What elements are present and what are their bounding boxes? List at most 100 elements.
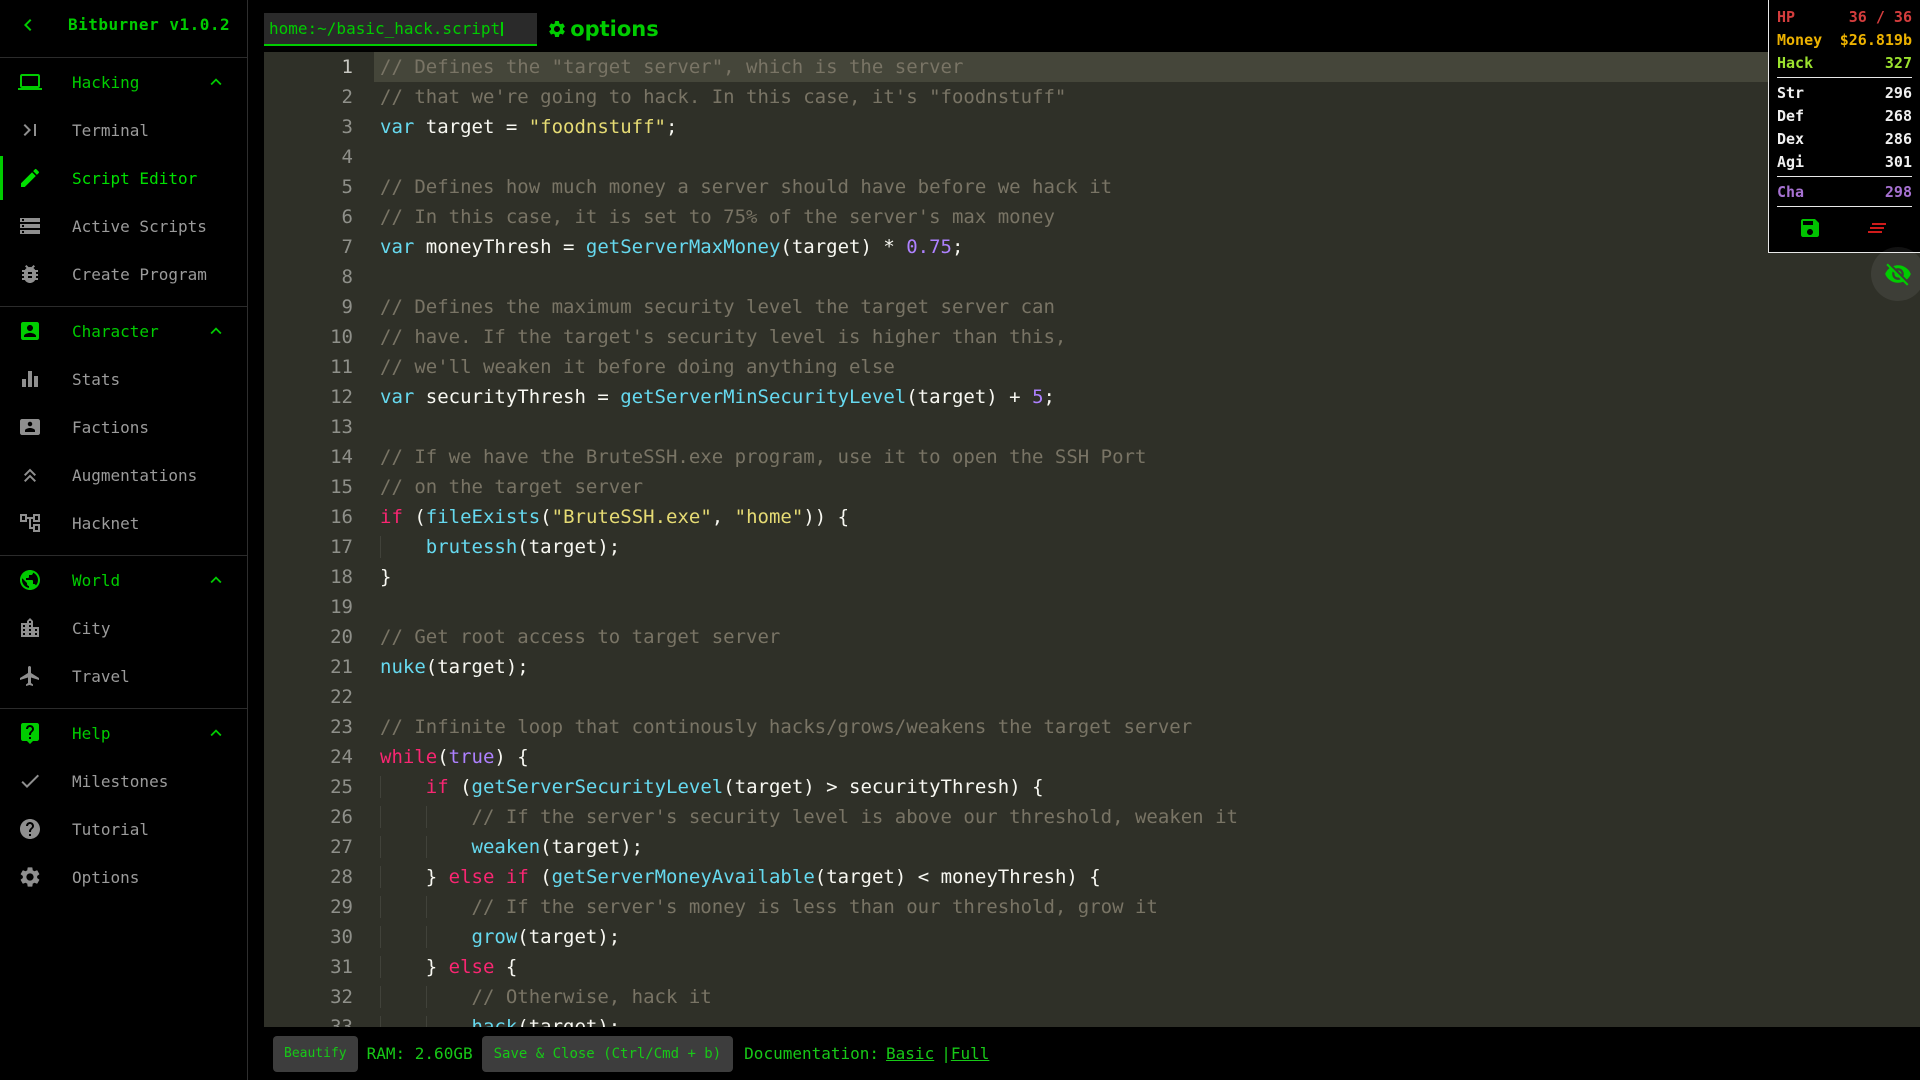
code-line-22[interactable]: 22 bbox=[264, 682, 1920, 712]
sidebar-item-options[interactable]: Options bbox=[0, 853, 247, 901]
line-number: 13 bbox=[330, 416, 353, 438]
code-text: // Get root access to target server bbox=[380, 626, 781, 648]
line-number: 6 bbox=[341, 206, 353, 228]
ram-usage-label: RAM: 2.60GB bbox=[366, 1044, 473, 1063]
code-line-9[interactable]: 9 // Defines the maximum security level t… bbox=[264, 292, 1920, 322]
sidebar-item-label: Factions bbox=[72, 417, 150, 437]
code-text: // If we have the BruteSSH.exe program, … bbox=[380, 446, 1147, 468]
code-line-32[interactable]: 32 // Otherwise, hack it bbox=[264, 982, 1920, 1012]
code-line-5[interactable]: 5 // Defines how much money a server shou… bbox=[264, 172, 1920, 202]
code-line-7[interactable]: 7 var moneyThresh = getServerMaxMoney(tar… bbox=[264, 232, 1920, 262]
line-number: 29 bbox=[330, 896, 353, 918]
sidebar-section-character[interactable]: Character bbox=[0, 307, 247, 355]
sidebar-collapse-button[interactable] bbox=[16, 13, 40, 37]
options-label: options bbox=[570, 16, 659, 41]
line-number: 12 bbox=[330, 386, 353, 408]
sidebar-item-travel[interactable]: Travel bbox=[0, 652, 247, 700]
code-line-13[interactable]: 13 bbox=[264, 412, 1920, 442]
code-line-16[interactable]: 16 if (fileExists("BruteSSH.exe", "home")… bbox=[264, 502, 1920, 532]
bug-icon bbox=[18, 262, 42, 286]
overview-actions bbox=[1777, 210, 1912, 246]
code-text: // Otherwise, hack it bbox=[380, 982, 712, 1012]
code-line-28[interactable]: 28 } else if (getServerMoneyAvailable(ta… bbox=[264, 862, 1920, 892]
code-line-11[interactable]: 11 // we'll weaken it before doing anythi… bbox=[264, 352, 1920, 382]
code-line-20[interactable]: 20 // Get root access to target server bbox=[264, 622, 1920, 652]
code-line-26[interactable]: 26 // If the server's security level is … bbox=[264, 802, 1920, 832]
str-label: Str bbox=[1777, 83, 1805, 102]
code-line-15[interactable]: 15 // on the target server bbox=[264, 472, 1920, 502]
code-line-4[interactable]: 4 bbox=[264, 142, 1920, 172]
line-number: 4 bbox=[341, 146, 353, 168]
save-game-button[interactable] bbox=[1798, 215, 1824, 241]
sidebar-item-label: Milestones bbox=[72, 771, 169, 791]
beautify-button[interactable]: Beautify bbox=[273, 1035, 358, 1072]
sidebar-item-hacknet[interactable]: Hacknet bbox=[0, 499, 247, 547]
overview-divider bbox=[1777, 176, 1912, 177]
sidebar-section-world[interactable]: World bbox=[0, 556, 247, 604]
editor-options-button[interactable]: options bbox=[547, 13, 659, 44]
code-line-2[interactable]: 2 // that we're going to hack. In this ca… bbox=[264, 82, 1920, 112]
documentation-full-link[interactable]: Full bbox=[951, 1044, 990, 1063]
code-text: // have. If the target's security level … bbox=[380, 326, 1067, 348]
overview-divider bbox=[1777, 77, 1912, 78]
code-text: if (fileExists("BruteSSH.exe", "home")) … bbox=[380, 506, 850, 528]
city-icon bbox=[18, 616, 42, 640]
def-label: Def bbox=[1777, 106, 1805, 125]
def-value: 268 bbox=[1884, 106, 1912, 125]
code-line-31[interactable]: 31 } else { bbox=[264, 952, 1920, 982]
code-line-14[interactable]: 14 // If we have the BruteSSH.exe program… bbox=[264, 442, 1920, 472]
sidebar-item-script-editor[interactable]: Script Editor bbox=[0, 154, 247, 202]
code-line-21[interactable]: 21 nuke(target); bbox=[264, 652, 1920, 682]
line-number: 14 bbox=[330, 446, 353, 468]
code-line-8[interactable]: 8 bbox=[264, 262, 1920, 292]
sidebar-section-help[interactable]: Help bbox=[0, 709, 247, 757]
code-line-33[interactable]: 33 hack(target); bbox=[264, 1012, 1920, 1027]
code-line-3[interactable]: 3 var target = "foodnstuff"; bbox=[264, 112, 1920, 142]
code-line-1[interactable]: 1 // Defines the "target server", which i… bbox=[264, 52, 1920, 82]
overview-divider bbox=[1777, 206, 1912, 207]
save-close-button[interactable]: Save & Close (Ctrl/Cmd + b) bbox=[481, 1035, 734, 1072]
code-line-19[interactable]: 19 bbox=[264, 592, 1920, 622]
gear-icon bbox=[18, 865, 42, 889]
tab-basic-hack-script[interactable]: home:~/basic_hack.script bbox=[264, 13, 538, 46]
sidebar-section-label: World bbox=[72, 570, 121, 590]
money-stat: Money $26.819b bbox=[1777, 28, 1912, 51]
code-line-27[interactable]: 27 weaken(target); bbox=[264, 832, 1920, 862]
sidebar-item-stats[interactable]: Stats bbox=[0, 355, 247, 403]
code-text: grow(target); bbox=[380, 922, 621, 952]
sidebar-item-city[interactable]: City bbox=[0, 604, 247, 652]
code-editor[interactable]: 1 // Defines the "target server", which i… bbox=[264, 52, 1920, 1027]
code-line-23[interactable]: 23 // Infinite loop that continously hack… bbox=[264, 712, 1920, 742]
code-line-18[interactable]: 18} bbox=[264, 562, 1920, 592]
code-line-6[interactable]: 6 // In this case, it is set to 75% of th… bbox=[264, 202, 1920, 232]
kill-scripts-button[interactable] bbox=[1865, 215, 1891, 241]
sidebar-section-label: Help bbox=[72, 723, 111, 743]
documentation-basic-link[interactable]: Basic bbox=[886, 1044, 934, 1063]
sidebar-section-hacking[interactable]: Hacking bbox=[0, 58, 247, 106]
clear-all-icon bbox=[1865, 216, 1891, 240]
code-text: // Infinite loop that continously hacks/… bbox=[380, 716, 1193, 738]
dex-value: 286 bbox=[1884, 129, 1912, 148]
sidebar-item-milestones[interactable]: Milestones bbox=[0, 757, 247, 805]
code-line-17[interactable]: 17 brutessh(target); bbox=[264, 532, 1920, 562]
code-line-25[interactable]: 25 if (getServerSecurityLevel(target) > … bbox=[264, 772, 1920, 802]
sidebar-item-terminal[interactable]: Terminal bbox=[0, 106, 247, 154]
code-line-12[interactable]: 12 var securityThresh = getServerMinSecur… bbox=[264, 382, 1920, 412]
sidebar-header: Bitburner v1.0.2 bbox=[0, 0, 247, 49]
overview-visibility-toggle[interactable] bbox=[1871, 247, 1920, 301]
code-line-24[interactable]: 24 while(true) { bbox=[264, 742, 1920, 772]
dex-label: Dex bbox=[1777, 129, 1805, 148]
code-line-30[interactable]: 30 grow(target); bbox=[264, 922, 1920, 952]
character-overview: HP 36 / 36 Money $26.819b Hack 327 Str 2… bbox=[1768, 0, 1920, 253]
line-number: 28 bbox=[330, 866, 353, 888]
sidebar-item-factions[interactable]: Factions bbox=[0, 403, 247, 451]
code-line-29[interactable]: 29 // If the server's money is less than… bbox=[264, 892, 1920, 922]
eye-off-icon bbox=[1884, 260, 1912, 288]
sidebar-item-tutorial[interactable]: Tutorial bbox=[0, 805, 247, 853]
code-line-10[interactable]: 10 // have. If the target's security leve… bbox=[264, 322, 1920, 352]
sidebar-item-augmentations[interactable]: Augmentations bbox=[0, 451, 247, 499]
sidebar-item-active-scripts[interactable]: Active Scripts bbox=[0, 202, 247, 250]
sidebar-item-label: Tutorial bbox=[72, 819, 150, 839]
chevron-left-icon bbox=[16, 13, 40, 37]
sidebar-item-create-program[interactable]: Create Program bbox=[0, 250, 247, 298]
